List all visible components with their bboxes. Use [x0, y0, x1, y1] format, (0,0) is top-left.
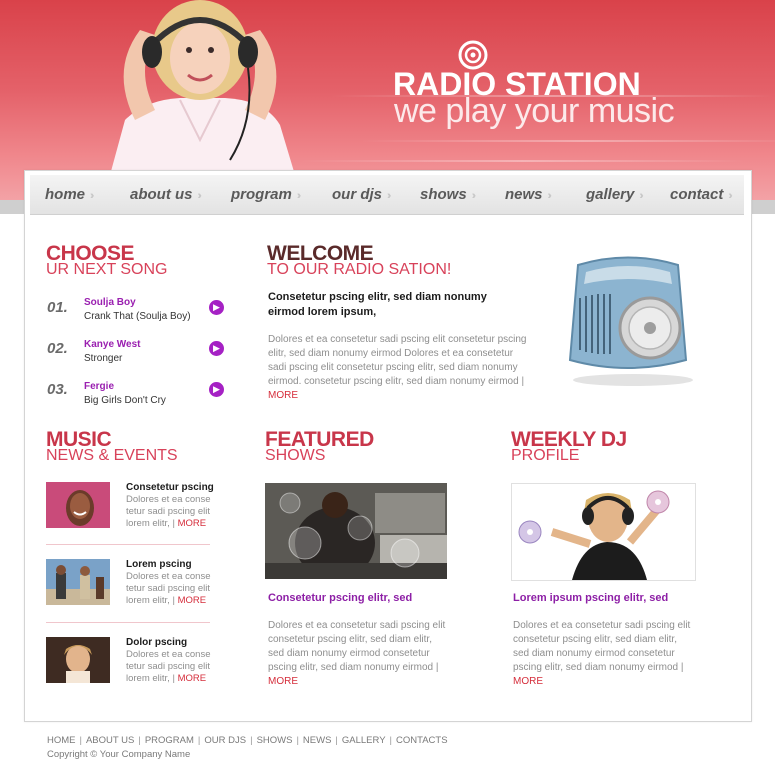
nav-label: news — [505, 186, 543, 203]
footer-link-program[interactable]: PROGRAM — [145, 735, 194, 746]
double-chevron-icon: ›› — [197, 190, 203, 202]
double-chevron-icon: ›› — [639, 190, 644, 202]
news-divider — [46, 622, 210, 623]
featured-show-link[interactable]: Consetetur pscing elitr, sed — [268, 592, 412, 604]
double-chevron-icon: ›› — [547, 190, 553, 202]
footer-link-our-djs[interactable]: OUR DJS — [204, 735, 246, 746]
news-divider — [46, 544, 210, 545]
nav-our-djs[interactable]: our djs ›› — [332, 175, 392, 214]
footer-link-home[interactable]: HOME — [47, 735, 76, 746]
nav-home[interactable]: home ›› — [45, 175, 95, 214]
weekly-dj-more-link[interactable]: MORE — [513, 676, 543, 687]
nav-label: program — [231, 186, 292, 203]
main-nav: home ›› about us ›› program ›› our djs ›› sh… — [30, 175, 744, 215]
welcome-body: Dolores et ea consetetur sadi pscing eli… — [268, 334, 527, 401]
footer-link-contacts[interactable]: CONTACTS — [396, 735, 448, 746]
nav-news[interactable]: news ›› — [505, 175, 553, 214]
nav-about-us[interactable]: about us ›› — [130, 175, 203, 214]
copyright: Copyright © Your Company Name — [47, 749, 191, 760]
song-title: Crank That (Soulja Boy) — [84, 311, 191, 322]
news-item-title[interactable]: Consetetur pscing — [126, 482, 214, 493]
news-item-title[interactable]: Lorem pscing — [126, 559, 192, 570]
featured-body-text: Dolores et ea consetetur sadi pscing eli… — [268, 620, 446, 673]
separator: | — [296, 735, 299, 746]
featured-more-link[interactable]: MORE — [268, 676, 298, 687]
song-number: 03. — [47, 381, 68, 398]
separator: | — [250, 735, 253, 746]
footer-link-about-us[interactable]: ABOUT US — [86, 735, 134, 746]
weekly-dj-subtitle: PROFILE — [511, 447, 580, 464]
news-thumbnail[interactable] — [46, 482, 110, 528]
nav-shows[interactable]: shows ›› — [420, 175, 477, 214]
news-item-text: Dolores et ea conse tetur sadi pscing el… — [126, 649, 211, 684]
double-chevron-icon: ›› — [90, 190, 95, 202]
double-chevron-icon: ›› — [296, 190, 302, 202]
welcome-subtitle: TO OUR RADIO SATION! — [267, 261, 452, 278]
news-more-link[interactable]: MORE — [178, 595, 207, 606]
song-title: Big Girls Don't Cry — [84, 395, 166, 406]
news-item-text: Dolores et ea conse tetur sadi pscing el… — [126, 494, 211, 529]
welcome-more-link[interactable]: MORE — [268, 390, 298, 401]
featured-show-image[interactable] — [265, 483, 447, 579]
separator: | — [197, 735, 201, 746]
weekly-dj-link[interactable]: Lorem ipsum pscing elitr, sed — [513, 592, 668, 604]
play-icon[interactable]: ▶ — [209, 341, 224, 356]
double-chevron-icon: ›› — [728, 190, 733, 202]
song-artist[interactable]: Kanye West — [84, 339, 141, 350]
separator: | — [138, 735, 141, 746]
featured-body: Dolores et ea consetetur sadi pscing eli… — [268, 620, 446, 687]
nav-gallery[interactable]: gallery ›› — [586, 175, 645, 214]
song-artist[interactable]: Fergie — [84, 381, 114, 392]
nav-label: contact — [670, 186, 724, 203]
nav-label: shows — [420, 186, 467, 203]
news-more-link[interactable]: MORE — [178, 518, 207, 529]
footer-link-gallery[interactable]: GALLERY — [342, 735, 386, 746]
play-icon[interactable]: ▶ — [209, 300, 224, 315]
double-chevron-icon: ›› — [387, 190, 392, 202]
separator: | — [79, 735, 82, 746]
song-number: 01. — [47, 299, 68, 316]
light-streak — [300, 160, 745, 162]
footer-link-news[interactable]: NEWS — [303, 735, 332, 746]
news-item-title[interactable]: Dolor pscing — [126, 637, 187, 648]
separator: | — [335, 735, 338, 746]
music-news-subtitle: NEWS & EVENTS — [46, 447, 178, 464]
news-item-text: Dolores et ea conse tetur sadi pscing el… — [126, 571, 211, 606]
radio-image — [568, 256, 693, 386]
song-number: 02. — [47, 340, 68, 357]
song-title: Stronger — [84, 353, 123, 364]
nav-label: gallery — [586, 186, 635, 203]
separator: | — [389, 735, 393, 746]
song-artist[interactable]: Soulja Boy — [84, 297, 136, 308]
weekly-dj-image[interactable] — [511, 483, 696, 581]
footer-link-shows[interactable]: SHOWS — [257, 735, 293, 746]
header-woman-photo — [110, 0, 295, 175]
brand-tagline: we play your music — [394, 92, 675, 130]
double-chevron-icon: ›› — [471, 190, 477, 202]
nav-label: home — [45, 186, 86, 203]
nav-label: our djs — [332, 186, 383, 203]
weekly-dj-body-text: Dolores et ea consetetur sadi pscing eli… — [513, 620, 691, 673]
news-thumbnail[interactable] — [46, 637, 110, 683]
nav-program[interactable]: program ›› — [231, 175, 302, 214]
light-streak — [360, 140, 775, 142]
nav-contact[interactable]: contact ›› — [670, 175, 734, 214]
footer-links: HOME | ABOUT US | PROGRAM | OUR DJS | SHOWS | NEWS… — [47, 735, 448, 746]
nav-label: about us — [130, 186, 193, 203]
weekly-dj-body: Dolores et ea consetetur sadi pscing eli… — [513, 620, 691, 687]
welcome-body-text: Dolores et ea consetetur sadi pscing eli… — [268, 334, 527, 387]
play-icon[interactable]: ▶ — [209, 382, 224, 397]
welcome-lead: Consetetur pscing elitr, sed diam nonumy… — [268, 291, 487, 318]
news-thumbnail[interactable] — [46, 559, 110, 605]
news-more-link[interactable]: MORE — [178, 673, 207, 684]
featured-subtitle: SHOWS — [265, 447, 326, 464]
choose-subtitle: UR NEXT SONG — [46, 261, 168, 278]
